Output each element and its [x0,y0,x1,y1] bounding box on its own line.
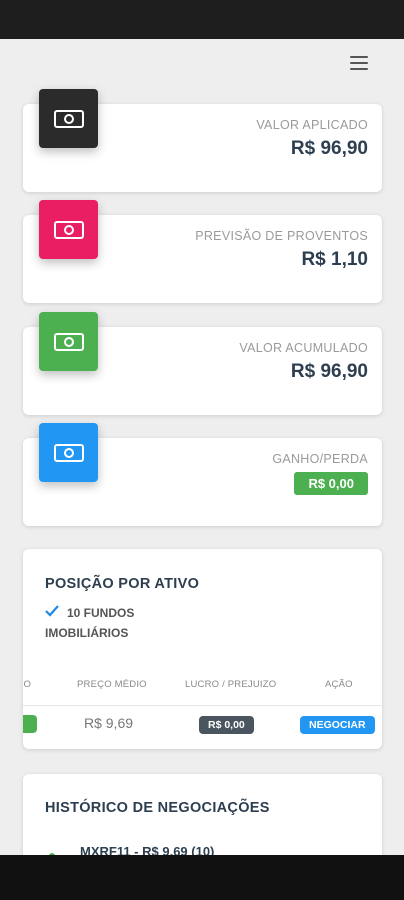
position-panel: POSIÇÃO POR ATIVO 10 FUNDOS IMOBILIÁRIOS… [23,549,382,749]
profit-badge: R$ 0,00 [199,716,254,734]
negociar-button[interactable]: NEGOCIAR [300,716,375,734]
position-title: POSIÇÃO POR ATIVO [45,576,200,592]
navigation-bar [0,855,404,900]
money-icon [39,89,98,148]
column-header-lucro: LUCRO / PREJUIZO [185,679,277,690]
avg-price: R$ 9,69 [84,715,134,731]
card-previsao-proventos: PREVISÃO DE PROVENTOS R$ 1,10 [23,200,382,303]
status-bar [0,0,404,39]
card-label: VALOR ACUMULADO [239,341,368,355]
card-value: R$ 96,90 [290,138,368,159]
card-value: R$ 1,10 [301,249,368,270]
card-valor-aplicado: VALOR APLICADO R$ 96,90 [23,89,382,192]
money-icon [39,200,98,259]
funds-type: IMOBILIÁRIOS [45,626,129,640]
card-label: GANHO/PERDA [272,452,368,466]
card-ganho-perda: GANHO/PERDA R$ 0,00 [23,423,382,526]
card-label: VALOR APLICADO [256,118,368,132]
funds-count: 10 FUNDOS [67,606,135,620]
money-icon [39,312,98,371]
check-icon [45,604,59,622]
column-header-acao: AÇÃO [325,679,353,690]
column-header-preco-medio: PREÇO MÉDIO [77,679,147,690]
hamburger-menu-icon[interactable] [350,56,368,70]
table-divider [23,705,382,706]
column-header-cotacao: ÃO [23,679,32,690]
money-icon [39,423,98,482]
card-valor-acumulado: VALOR ACUMULADO R$ 96,90 [23,312,382,415]
price-change-badge [23,715,37,733]
history-title: HISTÓRICO DE NEGOCIAÇÕES [45,800,270,816]
gain-badge: R$ 0,00 [294,472,368,495]
card-value: R$ 96,90 [290,361,368,382]
card-label: PREVISÃO DE PROVENTOS [195,229,368,243]
